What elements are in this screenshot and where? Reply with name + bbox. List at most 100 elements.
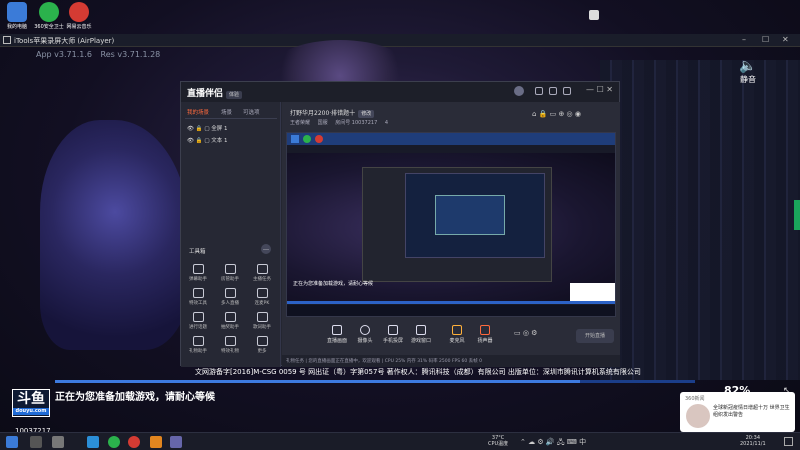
360-icon [39, 2, 59, 22]
airplayer-taskbar-icon[interactable] [170, 436, 182, 448]
stream-preview[interactable]: 正在为您准备加载游戏，请耐心等候 [286, 132, 616, 317]
ie-icon[interactable] [87, 436, 99, 448]
effects-icon [192, 288, 204, 298]
tool-lottery[interactable]: 抽奖助手 [215, 312, 245, 330]
source-phone-cast[interactable]: 手机投屏 [378, 325, 408, 344]
live-assistant-titlebar: 直播伴侣 体验 — ☐ ✕ [181, 82, 619, 102]
phone-icon [388, 325, 398, 335]
cpu-temp: 37°C CPU温度 [488, 435, 509, 447]
live-assistant-main: 打野华月2200·排错题十 修改 王者荣耀 国服 房间号 10037217 4 ⌂… [282, 102, 620, 367]
source-game-window[interactable]: 游戏窗口 [406, 325, 436, 344]
copyright-notice: 文网游备字[2016]M-CSG 0059 号 网出证（粤）字第057号 著作权… [195, 368, 641, 376]
desktop-icon-netease[interactable]: 网易云音乐 [64, 2, 94, 32]
tab-options[interactable]: 可选项 [243, 108, 260, 116]
tool-multi-live[interactable]: 多人直播 [215, 288, 245, 306]
lyrics-icon [256, 312, 268, 322]
status-bar: 礼物任务 | 您的直播画面正在直播中，欢迎观看 | CPU 25% 内存 31%… [282, 355, 620, 367]
notification-center-icon[interactable] [784, 437, 793, 446]
preview-bottom-bar [287, 305, 615, 316]
taskbar: 37°C CPU温度 ⌃ ☁ ⚙ 🔊 🖧 ⌨ 中 20:34 2021/11/1 [0, 432, 800, 450]
side-handle[interactable] [794, 200, 800, 230]
tool-tasks[interactable]: 主播任务 [247, 264, 277, 282]
microphone-icon [452, 325, 462, 335]
scene-item-text[interactable]: 👁 🔒 ▢ 文本 1 [187, 136, 228, 144]
header-icons[interactable]: ⌂ 🔒 ▭ ⊕ ◎ ◉ [532, 110, 581, 118]
live-assistant-window: 直播伴侣 体验 — ☐ ✕ 我的场景 场景 可选项 👁 🔒 ▢ 全屏 1 👁 🔒 … [180, 81, 620, 367]
360-browser-icon[interactable] [108, 436, 120, 448]
preview-progress [287, 301, 615, 304]
close-icon[interactable]: ✕ [782, 35, 789, 44]
danmu-icon [192, 264, 204, 274]
news-notification[interactable]: 360新闻 全球新冠疫情日增超十万 世界卫生组织发出警告 [680, 392, 795, 432]
help-icon[interactable] [563, 87, 571, 95]
start-icon[interactable] [6, 436, 18, 448]
pk-icon [256, 288, 268, 298]
tool-gift[interactable]: 礼物助手 [183, 336, 213, 354]
camera-icon [360, 325, 370, 335]
desktop: 我的电脑 360安全卫士 网易云音乐 iTools苹果录屏大师 (AirPlay… [0, 0, 800, 450]
mute-button[interactable]: 🔈 静音 [733, 58, 763, 85]
airplayer-titlebar: iTools苹果录屏大师 (AirPlayer) – ☐ ✕ [0, 34, 800, 47]
toolbox-title: 工具箱 [189, 249, 206, 255]
admin-icon [224, 264, 236, 274]
desktop-icon-360[interactable]: 360安全卫士 [34, 2, 64, 32]
message-icon[interactable] [535, 87, 543, 95]
tool-effect-gift[interactable]: 特效礼物 [215, 336, 245, 354]
preview-taskbar [287, 133, 615, 145]
loading-progress-bar [55, 380, 695, 383]
live-assistant-taskbar-icon[interactable] [150, 436, 162, 448]
tray-icons[interactable]: ⌃ ☁ ⚙ 🔊 🖧 ⌨ 中 [520, 437, 586, 449]
lottery-icon [224, 312, 236, 322]
screen-icon [332, 325, 342, 335]
airplayer-title: iTools苹果录屏大师 (AirPlayer) [14, 37, 115, 45]
clock[interactable]: 20:34 2021/11/1 [740, 435, 766, 447]
start-live-button[interactable]: 开始直播 [576, 329, 614, 343]
netease-music-icon [69, 2, 89, 22]
room-meta: 王者荣耀 国服 房间号 10037217 4 [290, 120, 389, 126]
tool-lyrics[interactable]: 歌词助手 [247, 312, 277, 330]
tab-my-scenes[interactable]: 我的场景 [187, 108, 209, 116]
desktop-icon-computer[interactable]: 我的电脑 [2, 2, 32, 32]
search-icon[interactable] [30, 436, 42, 448]
tool-effects[interactable]: 特效工具 [183, 288, 213, 306]
download-icon [224, 288, 236, 298]
preview-nested-window-3 [435, 195, 505, 235]
tool-more[interactable]: 更多 [247, 336, 277, 354]
tool-room-admin[interactable]: 房管助手 [215, 264, 245, 282]
window-controls[interactable]: — ☐ ✕ [586, 85, 613, 94]
notification-text: 全球新冠疫情日增超十万 世界卫生组织发出警告 [713, 405, 790, 418]
task-icon [256, 264, 268, 274]
extra-control-icons[interactable]: ▭ ◎ ⚙ [514, 329, 537, 337]
topic-icon [192, 312, 204, 322]
more-tools-icon [256, 336, 268, 346]
divider [185, 118, 277, 119]
maximize-icon[interactable]: ☐ [762, 35, 769, 44]
volume-icon [480, 325, 490, 335]
minimize-icon[interactable]: – [742, 35, 746, 44]
airplayer-version: App v3.71.1.6 Res v3.71.1.28 [36, 50, 161, 59]
loading-text: 正在为您准备加载游戏，请耐心等候 [55, 392, 215, 403]
tool-topic[interactable]: 进行话题 [183, 312, 213, 330]
mic-control[interactable]: 麦克风 [442, 325, 472, 344]
tool-danmu[interactable]: 弹幕助手 [183, 264, 213, 282]
edit-room-button[interactable]: 修改 [358, 110, 375, 118]
avatar[interactable] [514, 86, 524, 96]
netease-taskbar-icon[interactable] [128, 436, 140, 448]
settings-icon[interactable] [549, 87, 557, 95]
video-character [40, 120, 190, 350]
room-title: 打野华月2200·排错题十 修改 [290, 108, 375, 118]
notification-header: 360新闻 [685, 396, 705, 402]
source-camera[interactable]: 摄像头 [350, 325, 380, 344]
scene-item-fullscreen[interactable]: 👁 🔒 ▢ 全屏 1 [187, 124, 228, 132]
tshirt-icon[interactable] [589, 10, 599, 20]
computer-icon [7, 2, 27, 22]
source-live-screen[interactable]: 直播画面 [322, 325, 352, 344]
taskview-icon[interactable] [52, 436, 64, 448]
tab-scenes[interactable]: 场景 [221, 108, 232, 116]
more-icon[interactable]: … [261, 244, 271, 254]
douyu-logo: 斗鱼 douyu.com [12, 389, 50, 417]
speaker-icon: 🔈 [739, 58, 757, 74]
speaker-control[interactable]: 扬声器 [470, 325, 500, 344]
window-icon [416, 325, 426, 335]
tool-pk[interactable]: 连麦PK [247, 288, 277, 306]
